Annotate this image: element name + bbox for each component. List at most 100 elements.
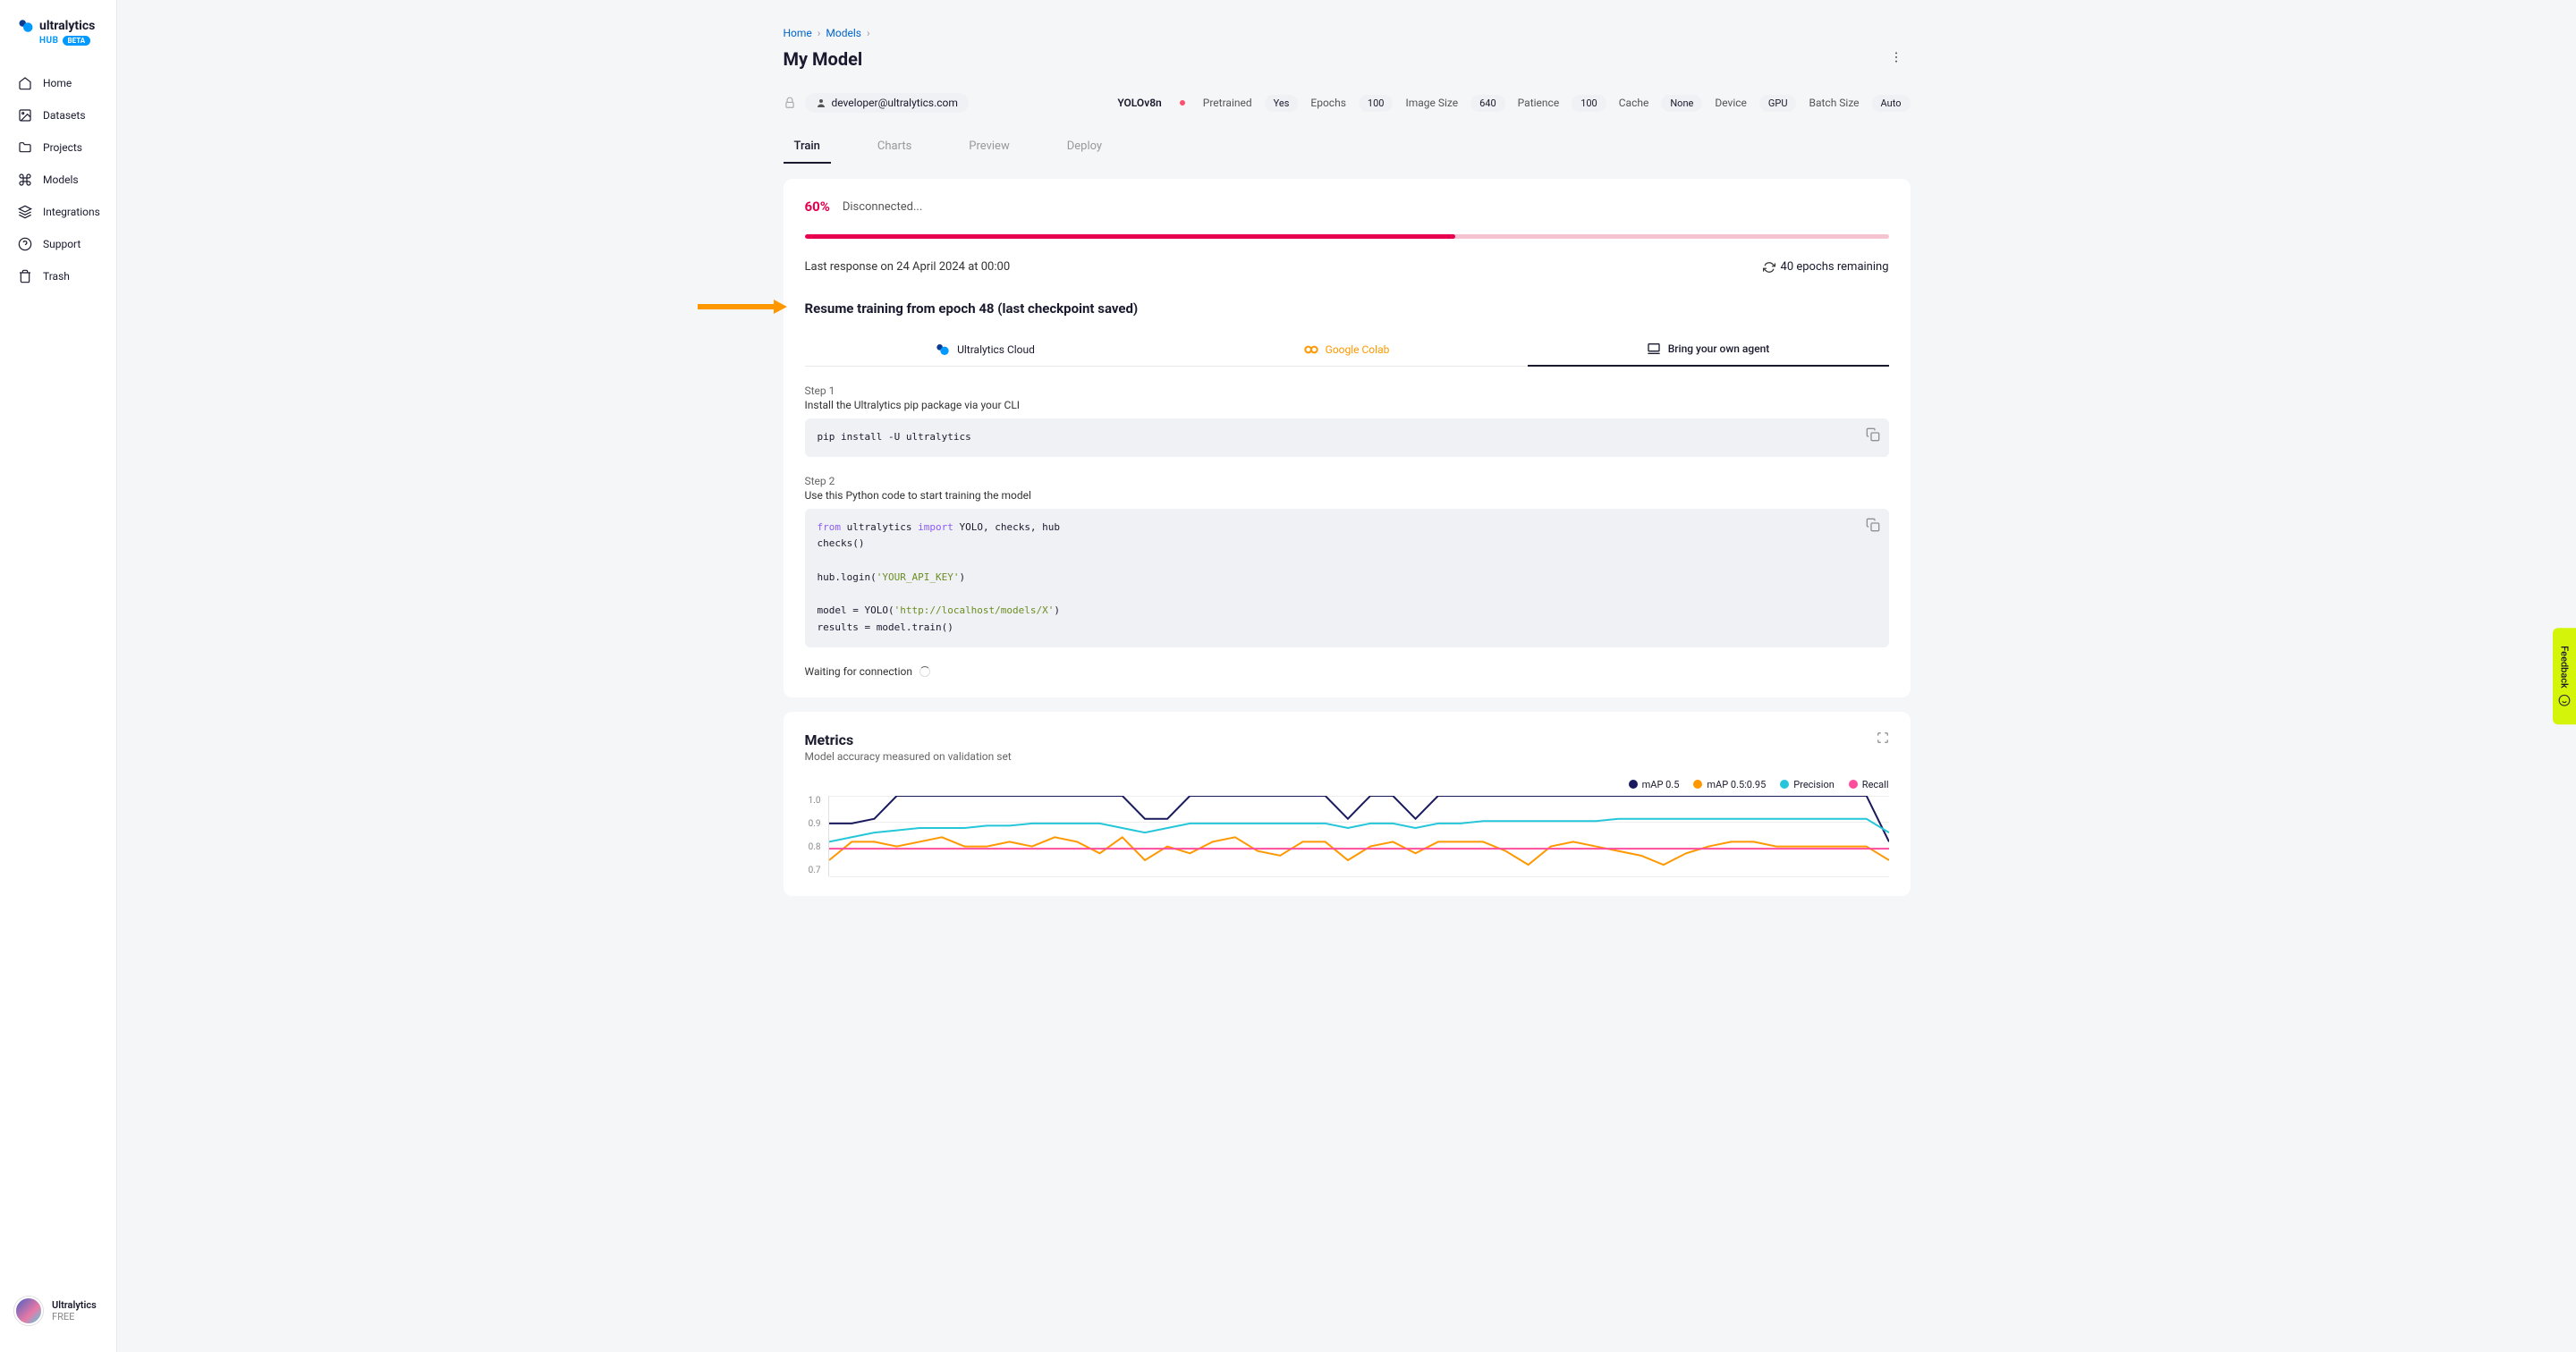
code-block-train: from ultralytics import YOLO, checks, hu… (805, 509, 1889, 647)
sidebar-item-label: Home (43, 77, 72, 89)
trash-icon (18, 269, 32, 283)
model-name: YOLOv8n (1117, 97, 1161, 109)
waiting-text: Waiting for connection (805, 665, 912, 678)
sidebar: ultralytics HUB BETA Home Datasets Proje… (0, 0, 117, 1352)
sidebar-item-label: Projects (43, 141, 82, 154)
env-tab-google-colab[interactable]: Google Colab (1166, 333, 1528, 367)
meta-label: Cache (1619, 97, 1649, 109)
breadcrumb: Home › Models › (784, 27, 1911, 39)
metrics-subtitle: Model accuracy measured on validation se… (805, 750, 1012, 763)
model-meta: YOLOv8n Pretrained Yes Epochs 100 Image … (1117, 95, 1910, 112)
metrics-card: Metrics Model accuracy measured on valid… (784, 712, 1911, 896)
home-icon (18, 76, 32, 90)
help-icon (18, 237, 32, 251)
legend-item[interactable]: mAP 0.5 (1629, 779, 1680, 790)
page-title: My Model (784, 48, 863, 70)
metrics-chart: 1.0 0.9 0.8 0.7 (805, 796, 1889, 876)
meta-value: 100 (1359, 95, 1394, 112)
tabs: Train Charts Preview Deploy (784, 132, 1911, 165)
legend-item[interactable]: Recall (1849, 779, 1889, 790)
user-plan: FREE (52, 1311, 97, 1322)
env-tab-ultralytics-cloud[interactable]: Ultralytics Cloud (805, 333, 1166, 367)
sidebar-item-models[interactable]: Models (0, 164, 116, 196)
status-dot-icon (1180, 100, 1185, 106)
copy-button[interactable] (1866, 427, 1880, 442)
env-tab-bring-your-own-agent[interactable]: Bring your own agent (1528, 333, 1889, 367)
last-response-text: Last response on 24 April 2024 at 00:00 (805, 260, 1011, 274)
logo-text: ultralytics (39, 19, 95, 33)
metrics-title: Metrics (805, 731, 1012, 748)
meta-label: Epochs (1310, 97, 1346, 109)
refresh-icon (1763, 261, 1775, 274)
chevron-right-icon: › (867, 27, 870, 39)
meta-value: None (1661, 95, 1702, 112)
user-icon (816, 97, 826, 108)
copy-button[interactable] (1866, 518, 1880, 532)
owner-chip[interactable]: developer@ultralytics.com (805, 93, 969, 113)
sidebar-item-trash[interactable]: Trash (0, 260, 116, 292)
progress-percent: 60% (805, 199, 830, 215)
folder-icon (18, 140, 32, 155)
smile-icon (2558, 694, 2571, 706)
legend-dot-icon (1629, 780, 1638, 789)
avatar (14, 1297, 43, 1325)
sidebar-footer[interactable]: Ultralytics FREE (0, 1288, 116, 1334)
sidebar-item-label: Datasets (43, 109, 86, 122)
image-icon (18, 108, 32, 123)
meta-value: 640 (1470, 95, 1505, 112)
progress-bar (805, 234, 1889, 239)
command-icon (18, 173, 32, 187)
sidebar-item-integrations[interactable]: Integrations (0, 196, 116, 228)
meta-label: Device (1715, 97, 1747, 109)
sidebar-item-home[interactable]: Home (0, 67, 116, 99)
owner-email: developer@ultralytics.com (832, 97, 958, 109)
colab-icon (1304, 342, 1318, 357)
user-name: Ultralytics (52, 1299, 97, 1311)
arrow-right-icon (698, 298, 787, 319)
legend-item[interactable]: Precision (1780, 779, 1835, 790)
feedback-button[interactable]: Feedback (2553, 628, 2576, 724)
breadcrumb-models[interactable]: Models (826, 27, 861, 39)
ultralytics-logo-icon (936, 342, 950, 357)
sidebar-item-projects[interactable]: Projects (0, 131, 116, 164)
legend-dot-icon (1780, 780, 1789, 789)
lock-icon (784, 97, 796, 109)
meta-value: Auto (1872, 95, 1911, 112)
tab-preview[interactable]: Preview (958, 132, 1020, 164)
meta-label: Patience (1518, 97, 1560, 109)
sidebar-item-label: Trash (43, 270, 70, 283)
main-content: Home › Models › My Model developer@ultra… (117, 0, 2576, 1352)
sidebar-item-support[interactable]: Support (0, 228, 116, 260)
meta-value: GPU (1759, 95, 1797, 112)
meta-value: 100 (1572, 95, 1606, 112)
progress-fill (805, 234, 1455, 239)
sidebar-item-datasets[interactable]: Datasets (0, 99, 116, 131)
more-options-button[interactable] (1882, 43, 1911, 75)
status-text: Disconnected... (843, 200, 922, 214)
sidebar-nav: Home Datasets Projects Models Integratio… (0, 67, 116, 1288)
chevron-right-icon: › (818, 27, 821, 39)
meta-label: Image Size (1405, 97, 1458, 109)
legend-dot-icon (1849, 780, 1858, 789)
resume-training-heading: Resume training from epoch 48 (last chec… (805, 300, 1889, 317)
expand-chart-button[interactable] (1877, 731, 1889, 748)
logo-hub: HUB (39, 36, 59, 46)
meta-value: Yes (1265, 95, 1299, 112)
laptop-icon (1647, 342, 1661, 356)
layers-icon (18, 205, 32, 219)
logo[interactable]: ultralytics HUB BETA (0, 18, 116, 67)
more-vertical-icon (1889, 50, 1903, 64)
step-number: Step 2 (805, 475, 1889, 487)
tab-train[interactable]: Train (784, 132, 831, 164)
breadcrumb-home[interactable]: Home (784, 27, 812, 39)
chart-legend: mAP 0.5 mAP 0.5:0.95 Precision Recall (805, 779, 1889, 790)
legend-dot-icon (1693, 780, 1702, 789)
beta-badge: BETA (63, 36, 91, 46)
spinner-icon (919, 666, 930, 677)
y-axis: 1.0 0.9 0.8 0.7 (805, 796, 828, 876)
legend-item[interactable]: mAP 0.5:0.95 (1693, 779, 1766, 790)
training-card: 60% Disconnected... Last response on 24 … (784, 179, 1911, 697)
tab-charts[interactable]: Charts (867, 132, 922, 164)
tab-deploy[interactable]: Deploy (1056, 132, 1113, 164)
meta-label: Pretrained (1203, 97, 1252, 109)
